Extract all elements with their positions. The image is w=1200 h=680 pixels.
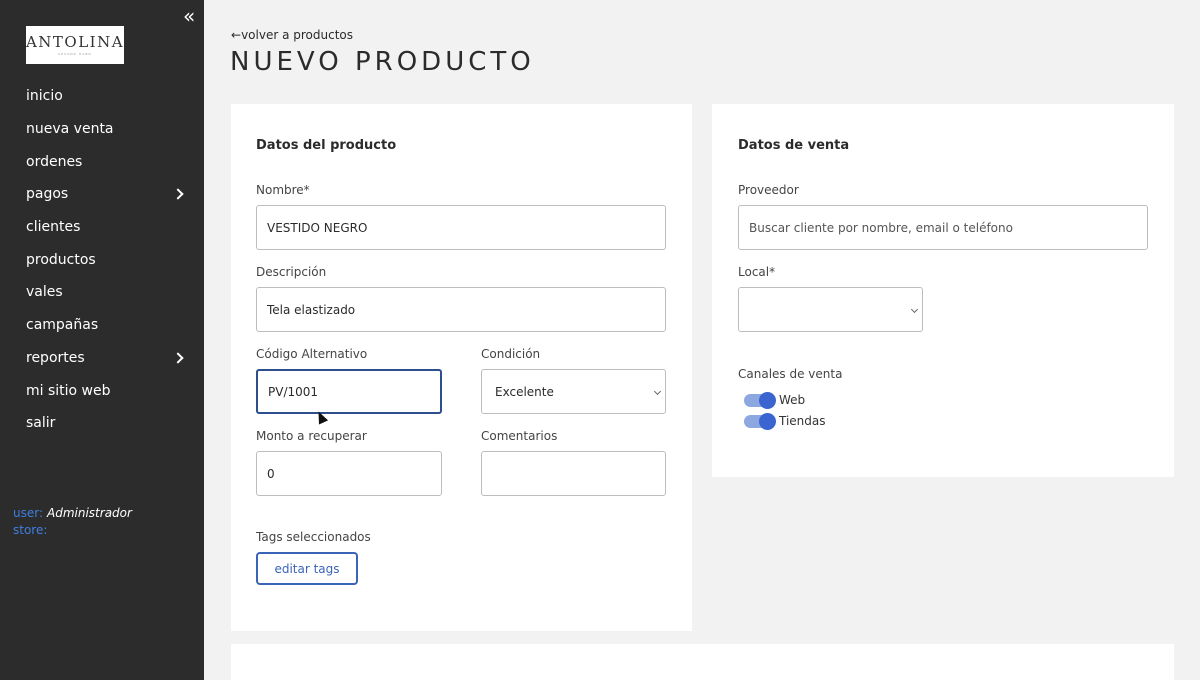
comentarios-input[interactable]: [481, 451, 666, 496]
web-toggle-label: Web: [779, 393, 806, 407]
sidebar-item-label: vales: [26, 284, 63, 301]
edit-tags-button[interactable]: editar tags: [256, 552, 358, 585]
chevron-right-icon: [172, 188, 184, 201]
logo-text: ANTOLINA: [25, 33, 125, 51]
sidebar-item-label: productos: [26, 251, 96, 268]
toggle-knob: [759, 391, 776, 409]
local-select[interactable]: [738, 287, 923, 332]
product-data-card: Datos del producto Nombre* VESTIDO NEGRO…: [231, 104, 692, 631]
proveedor-label: Proveedor: [738, 183, 799, 197]
local-label: Local*: [738, 265, 776, 279]
sidebar-item-label: campañas: [26, 317, 99, 334]
codigo-alternativo-label: Código Alternativo: [256, 347, 368, 361]
descripcion-input[interactable]: Tela elastizado: [256, 287, 666, 332]
sidebar-item-inicio[interactable]: inicio: [0, 80, 204, 113]
chevron-down-icon: [653, 387, 662, 396]
sidebar-item-label: ordenes: [26, 153, 83, 170]
sidebar-item-vales[interactable]: vales: [0, 276, 204, 309]
sale-section-title: Datos de venta: [738, 138, 850, 153]
sidebar-item-salir[interactable]: salir: [0, 407, 204, 440]
collapse-sidebar-icon[interactable]: «: [183, 6, 201, 26]
arrow-left-icon: ←: [231, 28, 242, 42]
user-info: user: Administrador store:: [13, 505, 132, 539]
sidebar-item-mi-sitio-web[interactable]: mi sitio web: [0, 374, 204, 407]
user-label: user:: [13, 506, 44, 520]
canal-tiendas-row: Tiendas: [744, 412, 826, 430]
condicion-select[interactable]: Excelente: [481, 369, 666, 414]
sidebar: « ANTOLINA SECOND HAND inicio nueva vent…: [0, 0, 204, 680]
condicion-label: Condición: [481, 347, 541, 361]
sidebar-item-label: salir: [26, 415, 56, 432]
nombre-label: Nombre*: [256, 183, 310, 197]
store-label: store:: [13, 523, 48, 537]
sidebar-item-label: inicio: [26, 88, 63, 105]
monto-label: Monto a recuperar: [256, 429, 367, 443]
toggle-knob: [759, 412, 776, 430]
comentarios-label: Comentarios: [481, 429, 558, 443]
sidebar-item-label: pagos: [26, 186, 69, 203]
sidebar-nav: inicio nueva venta ordenes pagos cliente…: [0, 80, 204, 440]
sidebar-item-label: reportes: [26, 349, 85, 366]
sidebar-item-reportes[interactable]: reportes: [0, 342, 204, 375]
page-title: NUEVO PRODUCTO: [230, 47, 535, 77]
brand-logo[interactable]: ANTOLINA SECOND HAND: [26, 26, 124, 64]
sidebar-item-nueva-venta[interactable]: nueva venta: [0, 113, 204, 146]
tiendas-toggle-label: Tiendas: [779, 414, 826, 428]
sidebar-item-productos[interactable]: productos: [0, 243, 204, 276]
nombre-input[interactable]: VESTIDO NEGRO: [256, 205, 666, 250]
product-section-title: Datos del producto: [256, 138, 397, 153]
logo-subtext: SECOND HAND: [58, 52, 92, 56]
chevron-right-icon: [172, 352, 184, 364]
sidebar-item-ordenes[interactable]: ordenes: [0, 145, 204, 178]
additional-card: [231, 644, 1174, 680]
codigo-alternativo-input[interactable]: PV/1001: [256, 369, 442, 414]
sidebar-item-pagos[interactable]: pagos: [0, 178, 204, 211]
back-link-label: volver a productos: [241, 28, 353, 42]
condicion-selected-value: Excelente: [495, 384, 554, 399]
back-to-products-link[interactable]: ←volver a productos: [231, 28, 353, 42]
sale-data-card: Datos de venta Proveedor Buscar cliente …: [712, 104, 1174, 477]
sidebar-item-campanas[interactable]: campañas: [0, 309, 204, 342]
tiendas-toggle[interactable]: [744, 412, 776, 430]
monto-input[interactable]: 0: [256, 451, 442, 496]
sidebar-item-label: clientes: [26, 219, 81, 236]
sidebar-item-label: nueva venta: [26, 121, 114, 138]
canal-web-row: Web: [744, 391, 806, 409]
sidebar-item-label: mi sitio web: [26, 382, 111, 399]
user-value: Administrador: [47, 506, 132, 520]
chevron-down-icon: [910, 305, 919, 314]
canales-label: Canales de venta: [738, 367, 843, 381]
descripcion-label: Descripción: [256, 265, 327, 279]
proveedor-search-input[interactable]: Buscar cliente por nombre, email o teléf…: [738, 205, 1148, 250]
tags-label: Tags seleccionados: [256, 530, 371, 544]
web-toggle[interactable]: [744, 391, 776, 409]
sidebar-item-clientes[interactable]: clientes: [0, 211, 204, 244]
